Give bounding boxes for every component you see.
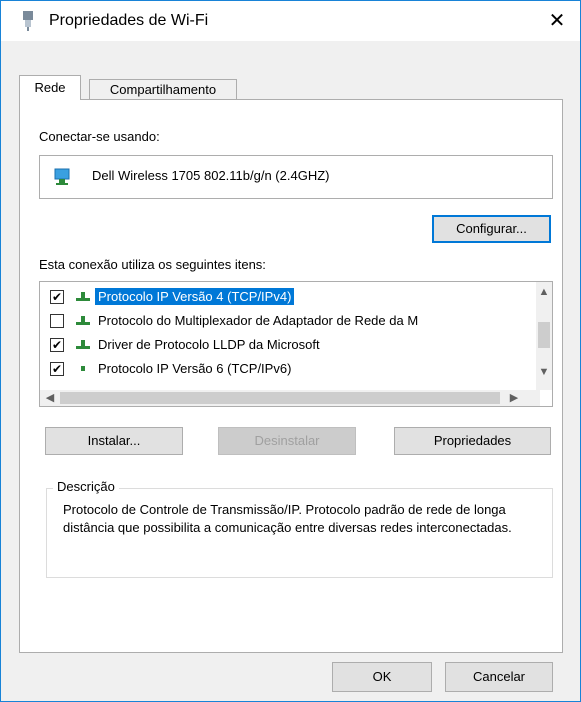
protocol-icon	[76, 316, 90, 325]
description-text: Protocolo de Controle de Transmissão/IP.…	[63, 502, 512, 535]
uninstall-label: Desinstalar	[254, 433, 320, 448]
item-checkbox[interactable]	[50, 314, 64, 328]
uninstall-button[interactable]: Desinstalar	[218, 427, 356, 455]
horizontal-scrollbar[interactable]: ◀ ▶	[40, 390, 540, 406]
list-item[interactable]: ✔ Driver de Protocolo LLDP da Microsoft	[40, 334, 540, 356]
protocol-icon	[76, 340, 90, 349]
tab-label: Rede	[34, 80, 66, 95]
description-legend: Descrição	[53, 479, 119, 494]
properties-button[interactable]: Propriedades	[394, 427, 551, 455]
item-checkbox[interactable]: ✔	[50, 290, 64, 304]
network-card-icon	[54, 168, 70, 185]
ok-button[interactable]: OK	[332, 662, 432, 692]
protocol-icon	[81, 366, 85, 371]
item-label: Protocolo do Multiplexador de Adaptador …	[98, 313, 419, 328]
tab-compartilhamento[interactable]: Compartilhamento	[89, 79, 237, 101]
title-bar: Propriedades de Wi-Fi ✕	[1, 1, 580, 41]
scroll-left-icon[interactable]: ◀	[42, 391, 58, 404]
configure-button[interactable]: Configurar...	[432, 215, 551, 243]
list-item[interactable]: Protocolo do Multiplexador de Adaptador …	[40, 310, 540, 332]
close-icon: ✕	[548, 10, 566, 32]
connect-label: Conectar-se usando:	[39, 129, 160, 144]
scroll-right-icon[interactable]: ▶	[506, 391, 522, 404]
scroll-thumb[interactable]	[60, 392, 500, 404]
item-checkbox[interactable]: ✔	[50, 338, 64, 352]
ok-label: OK	[372, 669, 392, 684]
scroll-up-icon[interactable]: ▲	[536, 286, 552, 298]
properties-label: Propriedades	[433, 433, 512, 448]
item-label: Protocolo IP Versão 6 (TCP/IPv6)	[98, 361, 292, 376]
scroll-thumb[interactable]	[538, 322, 550, 348]
adapter-box: Dell Wireless 1705 802.11b/g/n (2.4GHZ)	[39, 155, 553, 199]
install-label: Instalar...	[87, 433, 141, 448]
tab-label: Compartilhamento	[109, 82, 217, 97]
close-button[interactable]: ✕	[534, 1, 580, 41]
network-adapter-icon	[23, 11, 33, 31]
tab-rede[interactable]: Rede	[19, 75, 81, 100]
list-item[interactable]: ✔ Protocolo IP Versão 4 (TCP/IPv4)	[40, 286, 540, 308]
properties-dialog: Propriedades de Wi-Fi ✕ Compartilhamento…	[0, 0, 581, 702]
configure-label: Configurar...	[456, 221, 527, 236]
cancel-label: Cancelar	[472, 669, 526, 684]
item-label: Driver de Protocolo LLDP da Microsoft	[98, 337, 320, 352]
scroll-down-icon[interactable]: ▼	[536, 366, 552, 378]
adapter-name: Dell Wireless 1705 802.11b/g/n (2.4GHZ)	[92, 168, 330, 183]
cancel-button[interactable]: Cancelar	[445, 662, 553, 692]
vertical-scrollbar[interactable]: ▲ ▼	[536, 282, 552, 390]
items-label: Esta conexão utiliza os seguintes itens:	[39, 257, 266, 272]
items-list[interactable]: ✔ Protocolo IP Versão 4 (TCP/IPv4) Proto…	[39, 281, 553, 407]
list-item[interactable]: ✔ Protocolo IP Versão 6 (TCP/IPv6)	[40, 358, 540, 380]
item-label: Protocolo IP Versão 4 (TCP/IPv4)	[95, 288, 295, 305]
window-title: Propriedades de Wi-Fi	[49, 12, 209, 29]
protocol-icon	[76, 292, 90, 301]
item-checkbox[interactable]: ✔	[50, 362, 64, 376]
install-button[interactable]: Instalar...	[45, 427, 183, 455]
